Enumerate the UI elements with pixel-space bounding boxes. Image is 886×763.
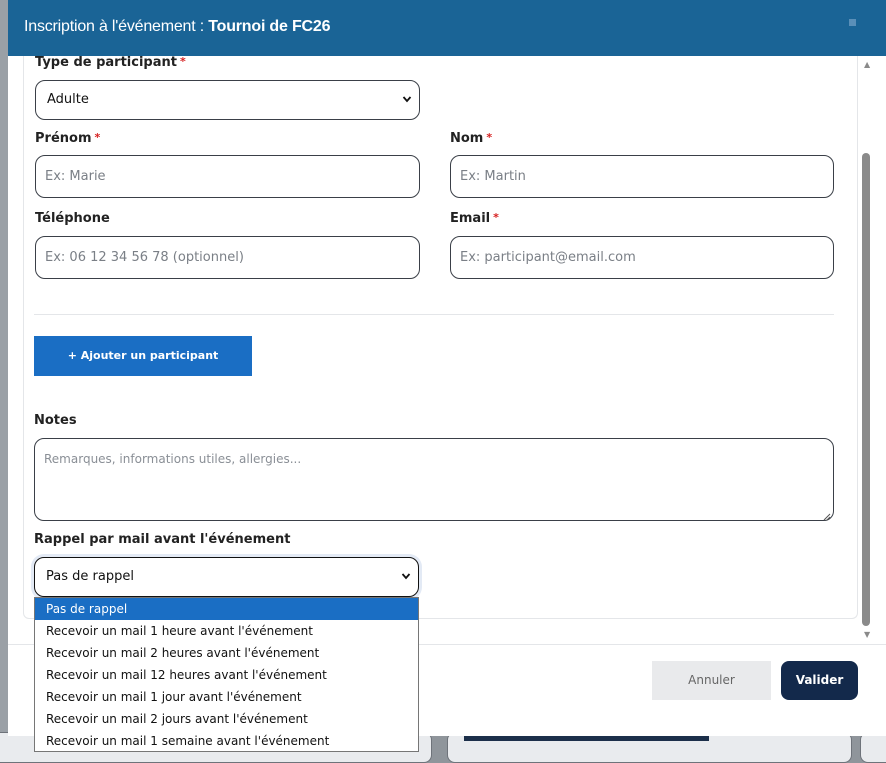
notes-placeholder: Remarques, informations utiles, allergie… xyxy=(44,452,302,466)
reminder-value: Pas de rappel xyxy=(46,569,134,584)
modal-body: Type de participant * Adulte Prénom * Nom *… xyxy=(8,56,886,644)
email-input[interactable]: Ex: participant@email.com xyxy=(450,236,834,279)
first-name-label: Prénom * xyxy=(35,131,101,146)
participant-type-value: Adulte xyxy=(47,92,89,107)
last-name-label: Nom * xyxy=(450,131,493,146)
background-card-right xyxy=(860,732,886,763)
triangle-up-icon[interactable]: ▲ xyxy=(864,60,870,69)
add-participant-button[interactable]: + Ajouter un participant xyxy=(34,336,252,376)
resize-handle-icon[interactable] xyxy=(823,510,831,521)
notes-label: Notes xyxy=(34,413,77,428)
participant-type-label: Type de participant * xyxy=(35,56,186,70)
validate-button[interactable]: Valider xyxy=(781,661,858,700)
cancel-button[interactable]: Annuler xyxy=(652,661,771,700)
close-icon[interactable] xyxy=(849,19,856,26)
reminder-options-list: Pas de rappel Recevoir un mail 1 heure a… xyxy=(34,597,419,752)
reminder-option[interactable]: Recevoir un mail 2 jours avant l'événeme… xyxy=(35,708,418,730)
reminder-label: Rappel par mail avant l'événement xyxy=(34,532,291,547)
participant-type-select[interactable]: Adulte xyxy=(35,80,420,120)
reminder-option[interactable]: Recevoir un mail 2 heures avant l'événem… xyxy=(35,642,418,664)
triangle-down-icon[interactable]: ▼ xyxy=(864,630,870,639)
required-mark: * xyxy=(486,131,493,144)
reminder-option[interactable]: Recevoir un mail 12 heures avant l'événe… xyxy=(35,664,418,686)
section-divider xyxy=(34,314,834,315)
modal-title: Inscription à l'événement : Tournoi de F… xyxy=(24,18,330,36)
phone-input[interactable]: Ex: 06 12 34 56 78 (optionnel) xyxy=(35,236,420,279)
email-label: Email * xyxy=(450,211,499,226)
modal-header: Inscription à l'événement : Tournoi de F… xyxy=(8,0,886,56)
chevron-down-icon xyxy=(402,81,412,135)
required-mark: * xyxy=(493,211,499,224)
reminder-option[interactable]: Recevoir un mail 1 heure avant l'événeme… xyxy=(35,620,418,642)
event-name: Tournoi de FC26 xyxy=(208,18,331,35)
last-name-input[interactable]: Ex: Martin xyxy=(450,155,834,198)
first-name-input[interactable]: Ex: Marie xyxy=(35,155,420,198)
notes-textarea[interactable]: Remarques, informations utiles, allergie… xyxy=(34,438,834,521)
reminder-option[interactable]: Recevoir un mail 1 semaine avant l'événe… xyxy=(35,730,418,752)
reminder-option[interactable]: Pas de rappel xyxy=(35,598,418,620)
reminder-select[interactable]: Pas de rappel xyxy=(34,557,419,597)
reminder-option[interactable]: Recevoir un mail 1 jour avant l'événemen… xyxy=(35,686,418,708)
modal-title-prefix: Inscription à l'événement : xyxy=(24,18,209,35)
required-mark: * xyxy=(94,131,101,144)
phone-label: Téléphone xyxy=(35,211,110,226)
scrollbar-thumb[interactable] xyxy=(862,153,870,626)
required-mark: * xyxy=(179,56,186,68)
